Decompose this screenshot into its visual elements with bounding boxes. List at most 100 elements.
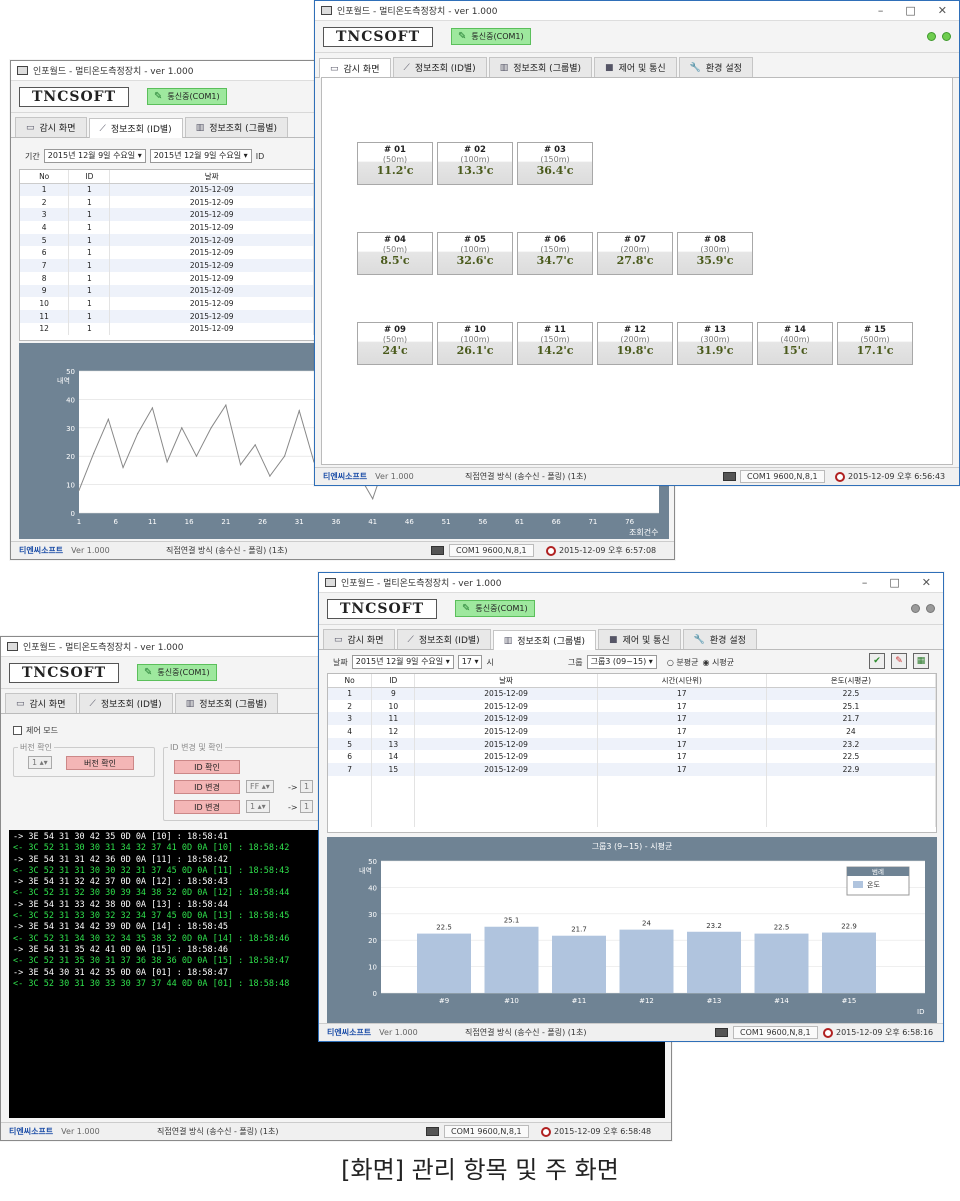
table-row[interactable]: 4 1 2015-12-09: [20, 221, 314, 234]
tab-id-query[interactable]: ⟋ 정보조회 (ID별): [78, 693, 173, 713]
version-spinner[interactable]: 1 ▴▾: [28, 756, 52, 769]
tab-id-query[interactable]: ⟋ 정보조회 (ID별): [88, 118, 183, 138]
sensor-card[interactable]: # 01 (50m) 11.2'c: [357, 142, 433, 185]
clock-icon: [541, 1126, 551, 1137]
table-row[interactable]: 3 11 2015-12-09 17 21.7: [328, 712, 936, 726]
sensor-card[interactable]: # 14 (400m) 15'c: [757, 322, 833, 365]
tab-id-query[interactable]: ⟋ 정보조회 (ID별): [392, 57, 487, 77]
tab-settings[interactable]: 🔧 환경 설정: [682, 629, 757, 649]
table-row[interactable]: 7 1 2015-12-09: [20, 259, 314, 272]
tab-group-query[interactable]: ▥ 정보조회 (그룹별): [488, 57, 593, 77]
close-button[interactable]: ✕: [922, 576, 931, 589]
id-change-button-2[interactable]: ID 변경: [174, 800, 240, 814]
sensor-card[interactable]: # 03 (150m) 36.4'c: [517, 142, 593, 185]
sensor-card[interactable]: # 15 (500m) 17.1'c: [837, 322, 913, 365]
table-row[interactable]: 2 10 2015-12-09 17 25.1: [328, 699, 936, 713]
tab-monitor[interactable]: ▭ 감시 화면: [5, 693, 77, 713]
sensor-card[interactable]: # 13 (300m) 31.9'c: [677, 322, 753, 365]
date-to-picker[interactable]: 2015년 12월 9일 수요일 ▾: [149, 149, 252, 163]
hour-select[interactable]: 17 ▾: [457, 655, 483, 669]
ff-spinner[interactable]: FF ▴▾: [246, 780, 274, 793]
datetime: 2015-12-09 오후 6:56:43: [835, 471, 945, 482]
sensor-card[interactable]: # 12 (200m) 19.8'c: [597, 322, 673, 365]
table-row[interactable]: 5 1 2015-12-09: [20, 233, 314, 247]
column-header[interactable]: ID: [68, 170, 111, 184]
sensor-card[interactable]: # 02 (100m) 13.3'c: [437, 142, 513, 185]
table-row[interactable]: 8 1 2015-12-09: [20, 271, 314, 285]
id-spinner[interactable]: 1 ▴▾: [246, 800, 270, 813]
table-row[interactable]: 2 1 2015-12-09: [20, 195, 314, 209]
date-picker[interactable]: 2015년 12월 9일 수요일 ▾: [351, 655, 454, 669]
control-mode-checkbox[interactable]: [13, 726, 22, 735]
tab-monitor[interactable]: ▭ 감시 화면: [319, 58, 391, 78]
maximize-button[interactable]: □: [889, 576, 899, 589]
table-row[interactable]: 10 1 2015-12-09: [20, 297, 314, 310]
table-row[interactable]: 1 9 2015-12-09 17 22.5: [328, 687, 936, 700]
column-header[interactable]: 시간(시단위): [597, 674, 767, 688]
sensor-card[interactable]: # 05 (100m) 32.6'c: [437, 232, 513, 275]
minimize-button[interactable]: –: [862, 576, 868, 589]
new-id-spinner[interactable]: 1: [300, 800, 314, 813]
minimize-button[interactable]: –: [878, 4, 884, 17]
table-cell: 2015-12-09: [109, 322, 314, 336]
table-row[interactable]: 11 1 2015-12-09: [20, 309, 314, 323]
table-cell: 5: [20, 233, 70, 247]
x-tick-label: #12: [639, 997, 654, 1005]
id-check-button[interactable]: ID 확인: [174, 760, 240, 774]
column-header[interactable]: ID: [371, 674, 416, 688]
radio-min-avg[interactable]: ○ 분평균: [667, 657, 699, 668]
group-select[interactable]: 그룹3 (09~15) ▾: [586, 655, 657, 669]
table-row[interactable]: 5 13 2015-12-09 17 23.2: [328, 737, 936, 751]
target-id-spinner[interactable]: 1: [300, 780, 314, 793]
table-row: [328, 775, 936, 789]
table-cell: 2015-12-09: [414, 725, 598, 738]
table-cell: 5: [328, 737, 373, 751]
close-button[interactable]: ✕: [938, 4, 947, 17]
radio-hour-avg[interactable]: ◉ 시평균: [702, 657, 734, 668]
table-row[interactable]: 1 1 2015-12-09: [20, 183, 314, 196]
table-row[interactable]: 3 1 2015-12-09: [20, 208, 314, 222]
table-row[interactable]: 12 1 2015-12-09: [20, 322, 314, 336]
window-group-query: 인포월드 - 멀티온도측정장치 - ver 1.000 – □ ✕ TNCSOFT …: [318, 572, 944, 1042]
column-header[interactable]: 날짜: [109, 170, 314, 184]
excel-icon[interactable]: ▦: [913, 653, 929, 669]
tab-id-query[interactable]: ⟋ 정보조회 (ID별): [396, 629, 491, 649]
date-from-picker[interactable]: 2015년 12월 9일 수요일 ▾: [43, 149, 146, 163]
column-header[interactable]: No: [328, 674, 373, 688]
sensor-card[interactable]: # 11 (150m) 14.2'c: [517, 322, 593, 365]
column-header[interactable]: No: [20, 170, 70, 184]
sensor-id: # 11: [544, 325, 566, 335]
table-row[interactable]: 7 15 2015-12-09 17 22.9: [328, 763, 936, 776]
tab-settings[interactable]: 🔧 환경 설정: [678, 57, 753, 77]
tab-monitor[interactable]: ▭ 감시 화면: [15, 117, 87, 137]
sensor-card[interactable]: # 08 (300m) 35.9'c: [677, 232, 753, 275]
check-icon[interactable]: ✔: [869, 653, 885, 669]
sensor-temp: 31.9'c: [696, 344, 734, 357]
sensor-card[interactable]: # 04 (50m) 8.5'c: [357, 232, 433, 275]
sensor-card[interactable]: # 10 (100m) 26.1'c: [437, 322, 513, 365]
tab-group-query[interactable]: ▥ 정보조회 (그룹별): [492, 630, 597, 650]
x-tick-label: 21: [221, 518, 230, 526]
data-label: 23.2: [706, 922, 722, 930]
version-check-button[interactable]: 버전 확인: [66, 756, 134, 770]
window-title: 인포월드 - 멀티온도측정장치 - ver 1.000: [337, 7, 498, 17]
sensor-card[interactable]: # 06 (150m) 34.7'c: [517, 232, 593, 275]
y-tick-label: 50: [368, 858, 377, 866]
table-row[interactable]: 6 1 2015-12-09: [20, 246, 314, 260]
tab-group-query[interactable]: ▥ 정보조회 (그룹별): [184, 117, 289, 137]
sensor-id: # 02: [464, 145, 486, 155]
eraser-icon[interactable]: ✎: [891, 653, 907, 669]
id-change-button-1[interactable]: ID 변경: [174, 780, 240, 794]
table-row[interactable]: 4 12 2015-12-09 17 24: [328, 725, 936, 738]
sensor-card[interactable]: # 07 (200m) 27.8'c: [597, 232, 673, 275]
tab-control[interactable]: ■ 제어 및 통신: [594, 57, 677, 77]
tab-group-query[interactable]: ▥ 정보조회 (그룹별): [174, 693, 279, 713]
tab-monitor[interactable]: ▭ 감시 화면: [323, 629, 395, 649]
maximize-button[interactable]: □: [905, 4, 915, 17]
table-row[interactable]: 9 1 2015-12-09: [20, 284, 314, 298]
table-row[interactable]: 6 14 2015-12-09 17 22.5: [328, 750, 936, 764]
tab-control[interactable]: ■ 제어 및 통신: [598, 629, 681, 649]
sensor-card[interactable]: # 09 (50m) 24'c: [357, 322, 433, 365]
column-header[interactable]: 날짜: [414, 674, 598, 688]
column-header[interactable]: 온도(시평균): [766, 674, 936, 688]
